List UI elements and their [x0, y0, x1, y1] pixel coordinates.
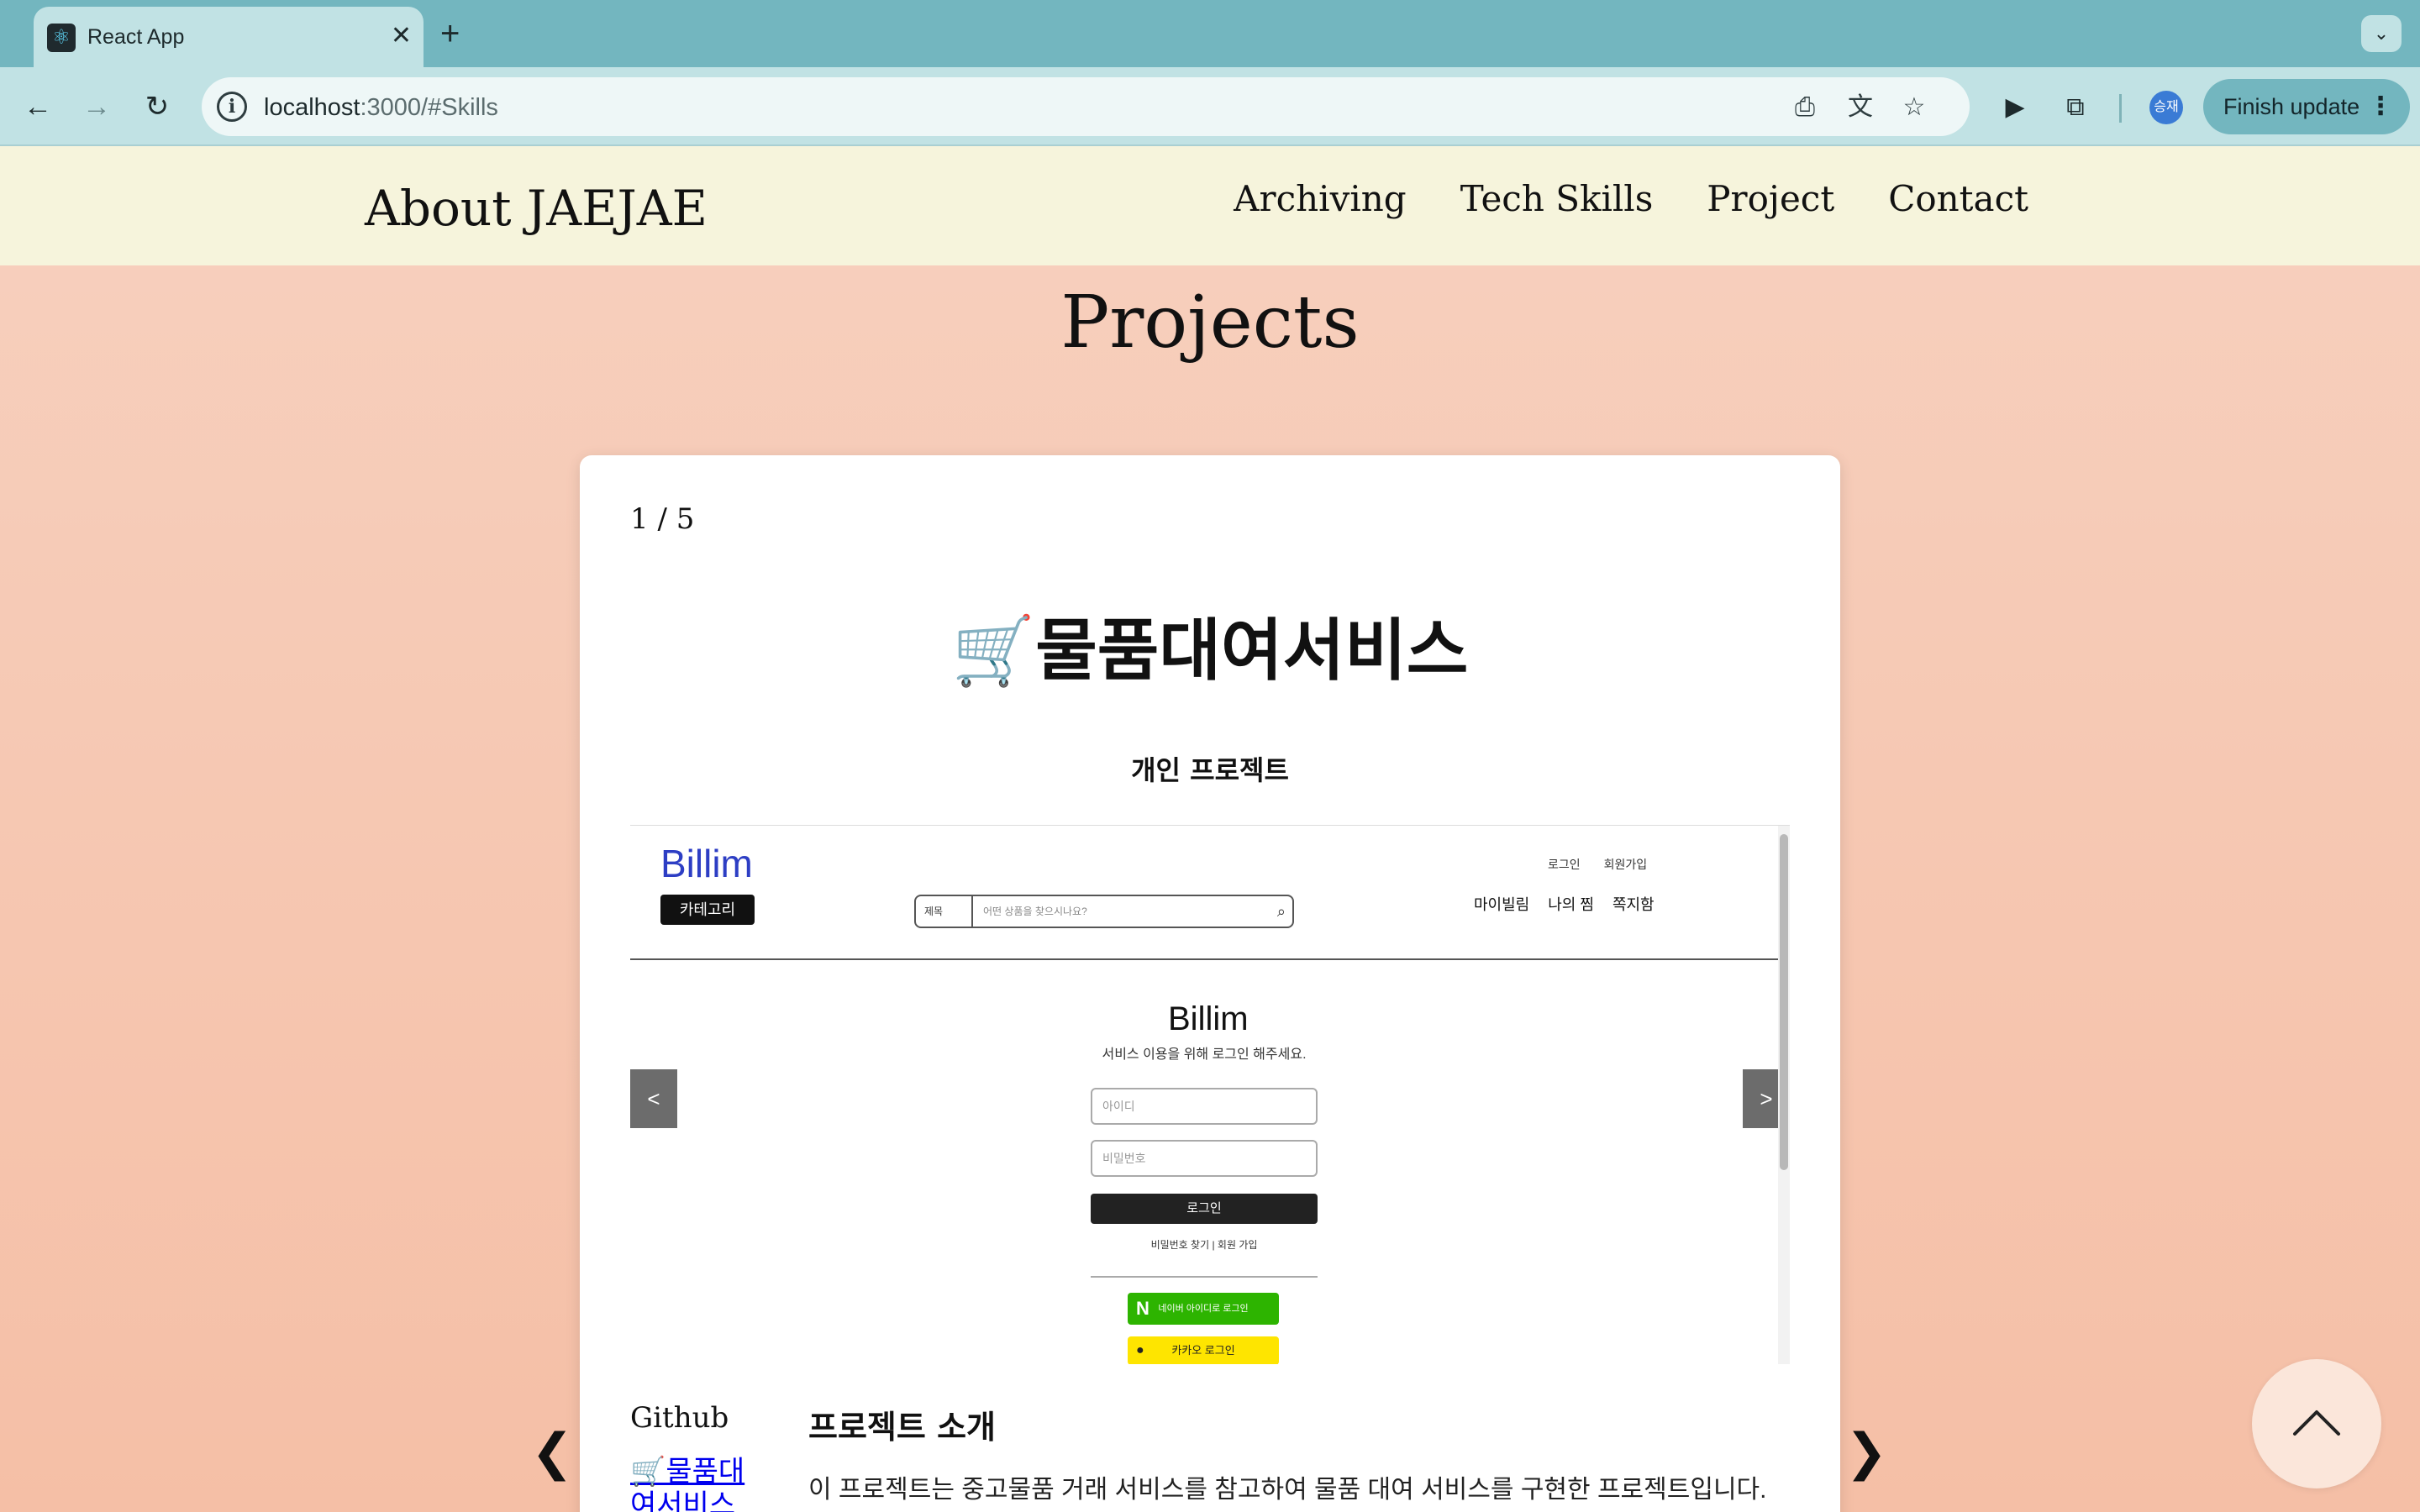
plus-icon[interactable]: + — [440, 15, 460, 52]
browser-tab[interactable]: ⚛ React App ✕ — [34, 7, 424, 67]
forward-icon[interactable]: → — [76, 86, 118, 128]
intro-title: 프로젝트 소개 — [808, 1409, 996, 1446]
finish-update-button[interactable]: Finish update ⋮ — [2203, 79, 2410, 134]
billim-login-link: 로그인 — [1548, 858, 1581, 871]
project-title: 🛒물품대여서비스 — [951, 612, 1469, 690]
scroll-to-top-button[interactable] — [2252, 1359, 2381, 1488]
project-card: 1 / 5 🛒물품대여서비스 개인 프로젝트 Billim 카테고리 제목 어떤… — [580, 455, 1840, 1512]
project-screenshot: Billim 카테고리 제목 어떤 상품을 찾으시나요? ⌕ 로그인 회원가입 … — [630, 825, 1790, 1364]
browser-tab-bar: ⚛ React App ✕ + ⌄ — [0, 0, 2420, 67]
scrollbar-thumb[interactable] — [1780, 834, 1788, 1170]
billim-id-field: 아이디 — [1091, 1088, 1318, 1125]
back-icon[interactable]: ← — [17, 86, 59, 128]
billim-menu-item: 나의 찜 — [1548, 896, 1594, 913]
carousel-next-button[interactable]: ❯ — [1845, 1423, 1887, 1482]
camera-icon[interactable]: ▶ — [1996, 89, 2033, 126]
project-subtitle: 개인 프로젝트 — [1131, 754, 1289, 786]
chevron-down-icon[interactable]: ⌄ — [2361, 15, 2402, 52]
github-link[interactable]: 🛒물품대여서비스 — [630, 1455, 748, 1512]
naver-login-button: N 네이버 아이디로 로그인 — [1128, 1293, 1279, 1325]
site-logo[interactable]: About JAEJAE — [365, 180, 708, 237]
finish-update-label: Finish update — [2223, 94, 2360, 119]
billim-top-links: 로그인 회원가입 — [1548, 856, 1647, 873]
kakao-login-button: ● 카카오 로그인 — [1128, 1336, 1279, 1364]
billim-menu: 마이빌림 나의 찜 쪽지함 — [1474, 893, 1655, 915]
site-header: About JAEJAE Archiving Tech Skills Proje… — [0, 146, 2420, 265]
section-title: Projects — [1060, 281, 1360, 365]
naver-icon: N — [1136, 1298, 1150, 1319]
url-host: localhost — [264, 94, 360, 121]
slide-counter: 1 / 5 — [630, 502, 695, 536]
billim-menu-item: 마이빌림 — [1474, 896, 1530, 913]
billim-logo: Billim — [660, 842, 753, 885]
url-path: :3000/#Skills — [360, 94, 498, 121]
github-label: Github — [630, 1401, 729, 1435]
close-icon[interactable]: ✕ — [391, 22, 412, 50]
star-icon[interactable]: ☆ — [1897, 91, 1931, 124]
nav-link-tech-skills[interactable]: Tech Skills — [1460, 178, 1654, 219]
info-icon[interactable]: i — [217, 92, 247, 122]
kakao-icon: ● — [1136, 1343, 1144, 1357]
toolbar-divider — [2119, 94, 2122, 123]
billim-login-title: Billim — [1168, 1000, 1249, 1037]
address-bar[interactable]: i localhost:3000/#Skills ⎙ 文 ☆ — [202, 77, 1970, 136]
url-text[interactable]: localhost:3000/#Skills — [264, 94, 498, 122]
search-category: 제목 — [916, 896, 973, 927]
category-button: 카테고리 — [660, 895, 755, 925]
billim-signup-link: 회원가입 — [1603, 858, 1648, 871]
billim-menu-item: 쪽지함 — [1612, 896, 1655, 913]
billim-pw-field: 비밀번호 — [1091, 1140, 1318, 1177]
nav-link-archiving[interactable]: Archiving — [1234, 178, 1407, 219]
install-icon[interactable]: ⎙ — [1788, 91, 1822, 124]
react-favicon-icon: ⚛ — [47, 24, 76, 52]
nav-link-contact[interactable]: Contact — [1888, 178, 2028, 219]
page-content: About JAEJAE Archiving Tech Skills Proje… — [0, 146, 2420, 1512]
reload-icon[interactable]: ↻ — [136, 86, 178, 128]
search-icon: ⌕ — [1276, 903, 1286, 920]
billim-login-button: 로그인 — [1091, 1194, 1318, 1224]
screenshot-scrollbar[interactable] — [1778, 826, 1790, 1364]
screenshot-prev-button[interactable]: < — [630, 1069, 677, 1128]
search-placeholder: 어떤 상품을 찾으시나요? — [983, 906, 1087, 917]
avatar[interactable]: 승재 — [2149, 91, 2183, 124]
nav-link-project[interactable]: Project — [1707, 178, 1834, 219]
billim-search: 제목 어떤 상품을 찾으시나요? ⌕ — [914, 895, 1294, 928]
more-icon[interactable]: ⋮ — [2368, 79, 2393, 134]
site-nav: Archiving Tech Skills Project Contact — [1234, 178, 2028, 219]
extensions-icon[interactable]: ⧉ — [2057, 89, 2094, 126]
chevron-up-icon — [2293, 1410, 2340, 1436]
billim-login-desc: 서비스 이용을 위해 로그인 해주세요. — [1102, 1047, 1307, 1062]
tab-title: React App — [87, 25, 185, 49]
billim-divider-2 — [1091, 1276, 1318, 1278]
translate-icon[interactable]: 文 — [1844, 91, 1877, 124]
billim-divider — [630, 958, 1778, 960]
browser-toolbar: ← → ↻ i localhost:3000/#Skills ⎙ 文 ☆ ▶ ⧉… — [0, 67, 2420, 146]
carousel-prev-button[interactable]: ❮ — [531, 1423, 573, 1482]
kakao-label: 카카오 로그인 — [1171, 1344, 1235, 1357]
naver-label: 네이버 아이디로 로그인 — [1158, 1304, 1249, 1314]
intro-text: 이 프로젝트는 중고물품 거래 서비스를 참고하여 물품 대여 서비스를 구현한… — [808, 1476, 1767, 1504]
billim-find-links: 비밀번호 찾기 | 회원 가입 — [1150, 1239, 1258, 1251]
